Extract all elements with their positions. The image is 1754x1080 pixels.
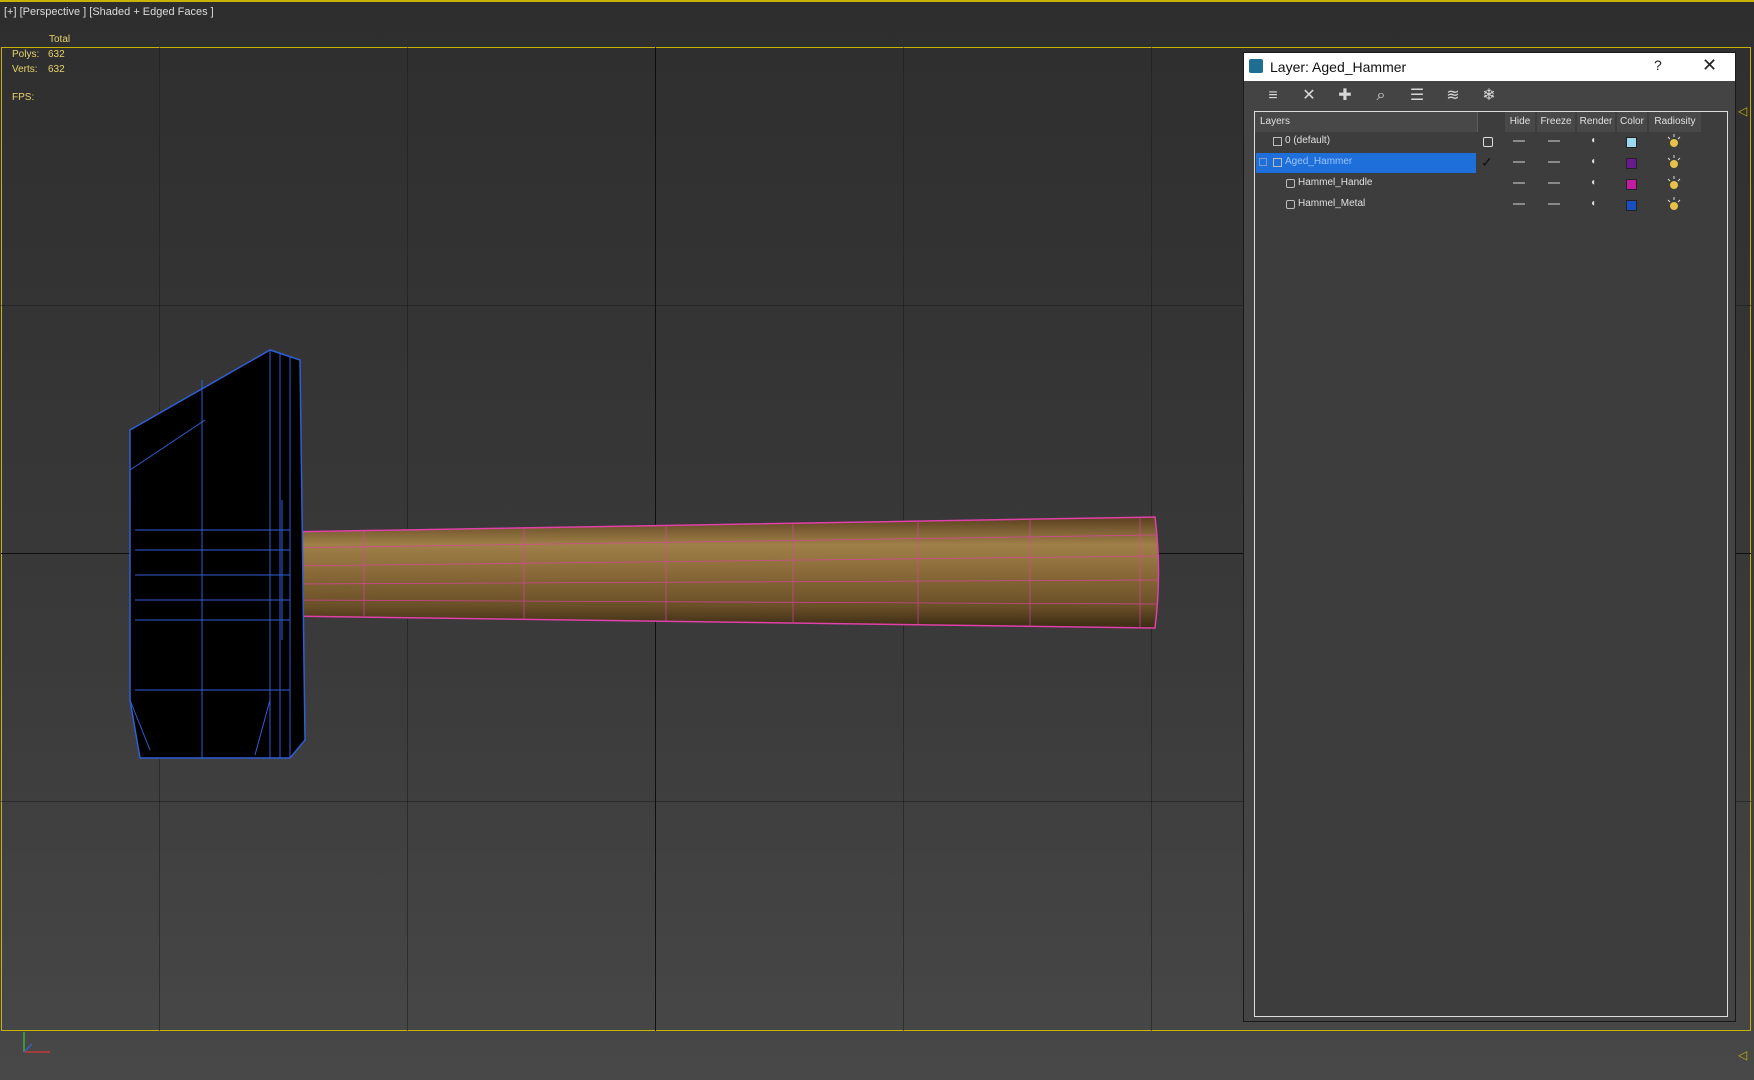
radiosity-sun-icon[interactable]	[1667, 176, 1681, 190]
radiosity-sun-icon[interactable]	[1667, 155, 1681, 169]
column-header-layers[interactable]: Layers	[1255, 112, 1477, 132]
highlight-icon[interactable]: ☰	[1406, 85, 1428, 107]
hammer-head[interactable]	[129, 349, 306, 759]
delete-layer-icon[interactable]: ✕	[1298, 85, 1320, 107]
axis-tripod-icon	[18, 1030, 54, 1063]
object-color-swatch[interactable]	[1626, 179, 1637, 190]
object-name: Hammel_Metal	[1298, 198, 1366, 209]
dialog-titlebar[interactable]: Layer: Aged_Hammer ? ✕	[1244, 53, 1735, 81]
current-layer-check-icon[interactable]: ✓	[1481, 154, 1493, 171]
layer-row-default[interactable]: 0 (default) ◖	[1255, 132, 1701, 153]
current-layer-box[interactable]	[1483, 137, 1493, 147]
hide-all-icon[interactable]: ≋	[1442, 85, 1464, 107]
select-in-layer-icon[interactable]: ⌕	[1370, 85, 1392, 107]
object-name: Hammel_Handle	[1298, 177, 1373, 188]
dialog-title: Layer: Aged_Hammer	[1270, 59, 1407, 75]
hide-toggle[interactable]	[1513, 182, 1525, 184]
layer-name: Aged_Hammer	[1285, 156, 1353, 167]
layer-color-swatch[interactable]	[1626, 137, 1637, 148]
object-icon	[1286, 200, 1295, 209]
object-icon	[1286, 179, 1295, 188]
layer-list[interactable]: Layers Hide Freeze Render Color Radiosit…	[1254, 111, 1728, 1017]
collapse-toggle-icon[interactable]	[1259, 158, 1267, 166]
freeze-toggle[interactable]	[1548, 140, 1560, 142]
render-teapot-icon[interactable]: ◖	[1590, 157, 1600, 167]
radiosity-sun-icon[interactable]	[1667, 197, 1681, 211]
layer-color-swatch[interactable]	[1626, 158, 1637, 169]
render-teapot-icon[interactable]: ◖	[1590, 199, 1600, 209]
layer-icon	[1273, 137, 1282, 146]
render-teapot-icon[interactable]: ◖	[1590, 136, 1600, 146]
radiosity-sun-icon[interactable]	[1667, 134, 1681, 148]
column-header-freeze[interactable]: Freeze	[1537, 112, 1575, 132]
layer-row-object[interactable]: Hammel_Handle ◖	[1255, 174, 1701, 195]
hide-toggle[interactable]	[1513, 203, 1525, 205]
help-button[interactable]: ?	[1654, 57, 1662, 73]
layer-explorer-dialog[interactable]: Layer: Aged_Hammer ? ✕ ≡ ✕ ✚ ⌕ ☰ ≋ ❄ Lay…	[1243, 52, 1736, 1022]
freeze-toggle[interactable]	[1548, 161, 1560, 163]
layer-row-aged-hammer[interactable]: Aged_Hammer ✓ ◖	[1255, 153, 1701, 174]
add-to-layer-icon[interactable]: ✚	[1334, 85, 1356, 107]
viewport-bottom-arrow-icon[interactable]: ◁	[1738, 1048, 1754, 1068]
column-header-radiosity[interactable]: Radiosity	[1649, 112, 1701, 132]
column-separator	[1477, 112, 1478, 132]
freeze-all-icon[interactable]: ❄	[1478, 85, 1500, 107]
layer-row-object[interactable]: Hammel_Metal ◖	[1255, 195, 1701, 216]
hammer-handle[interactable]	[283, 516, 1160, 629]
render-teapot-icon[interactable]: ◖	[1590, 178, 1600, 188]
close-button[interactable]: ✕	[1702, 55, 1717, 76]
freeze-toggle[interactable]	[1548, 182, 1560, 184]
object-color-swatch[interactable]	[1626, 200, 1637, 211]
column-header-hide[interactable]: Hide	[1505, 112, 1535, 132]
column-header-color[interactable]: Color	[1617, 112, 1647, 132]
column-header-render[interactable]: Render	[1577, 112, 1615, 132]
freeze-toggle[interactable]	[1548, 203, 1560, 205]
layer-name: 0 (default)	[1285, 135, 1331, 146]
layer-icon	[1273, 158, 1282, 167]
viewport-right-arrow-icon[interactable]: ◁	[1738, 104, 1754, 124]
hide-toggle[interactable]	[1513, 161, 1525, 163]
new-layer-icon[interactable]: ≡	[1262, 85, 1284, 107]
hide-toggle[interactable]	[1513, 140, 1525, 142]
app-icon	[1249, 59, 1263, 73]
hammer-model[interactable]	[0, 0, 1240, 800]
